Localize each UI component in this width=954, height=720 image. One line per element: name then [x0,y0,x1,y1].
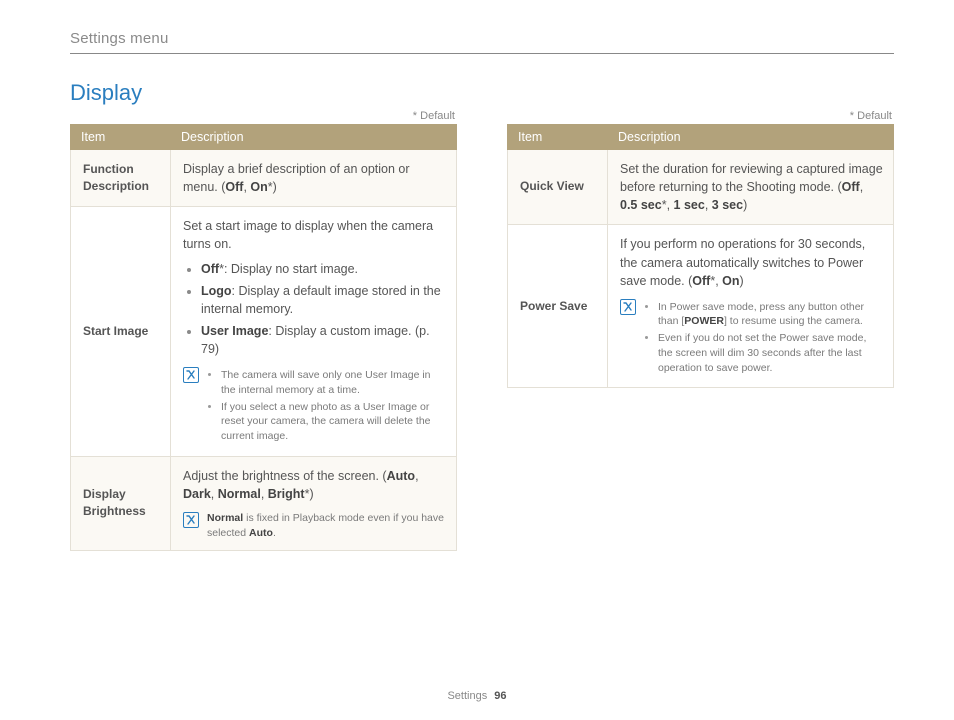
breadcrumb: Settings menu [70,30,894,54]
th-desc: Description [608,125,894,150]
item-label: Function Description [71,150,171,207]
table-row: Function Description Display a brief des… [71,150,457,207]
note-body: In Power save mode, press any button oth… [644,298,883,377]
table-row: Power Save If you perform no operations … [508,225,894,388]
default-note-right: * Default [507,110,892,122]
page-number: 96 [494,690,506,702]
item-desc: Set a start image to display when the ca… [171,207,457,456]
item-label: Power Save [508,225,608,388]
th-item: Item [71,125,171,150]
note-body: Normal is fixed in Playback mode even if… [207,511,446,540]
table-row: Display Brightness Adjust the brightness… [71,456,457,551]
display-options-table-left: Item Description Function Description Di… [70,124,457,551]
page-footer: Settings 96 [0,690,954,702]
display-options-table-right: Item Description Quick View Set the dura… [507,124,894,388]
footer-section: Settings [447,690,487,702]
table-row: Quick View Set the duration for reviewin… [508,150,894,225]
note-icon [183,512,199,528]
item-desc: If you perform no operations for 30 seco… [608,225,894,388]
item-desc: Adjust the brightness of the screen. (Au… [171,456,457,551]
note-body: The camera will save only one User Image… [207,366,446,445]
item-label: Start Image [71,207,171,456]
table-row: Start Image Set a start image to display… [71,207,457,456]
default-note-left: * Default [70,110,455,122]
item-desc: Set the duration for reviewing a capture… [608,150,894,225]
item-desc: Display a brief description of an option… [171,150,457,207]
item-label: Display Brightness [71,456,171,551]
item-label: Quick View [508,150,608,225]
th-desc: Description [171,125,457,150]
note-icon [183,367,199,383]
note-icon [620,299,636,315]
th-item: Item [508,125,608,150]
page-title: Display [70,80,894,106]
